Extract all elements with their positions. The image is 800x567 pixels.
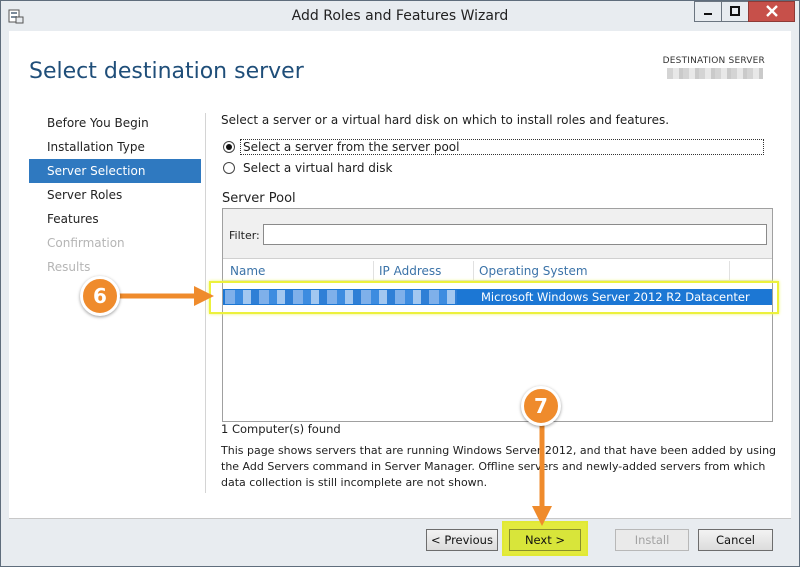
column-divider[interactable] [373, 261, 374, 281]
minimize-icon [704, 13, 712, 15]
virtual-hard-disk-radio-label[interactable]: Select a virtual hard disk [241, 161, 394, 175]
option-virtual-hard-disk[interactable]: Select a virtual hard disk [223, 160, 394, 176]
nav-divider [205, 113, 206, 493]
filter-bar: Filter: [223, 209, 772, 259]
computers-found-text: 1 Computer(s) found [221, 422, 341, 436]
window-title: Add Roles and Features Wizard [291, 8, 509, 24]
nav-item-installation-type[interactable]: Installation Type [29, 135, 201, 159]
row-highlight-box [209, 281, 779, 314]
footer-divider [9, 518, 791, 519]
server-pool-heading: Server Pool [222, 191, 296, 206]
column-header-name[interactable]: Name [230, 264, 265, 278]
nav-item-server-roles[interactable]: Server Roles [29, 183, 201, 207]
next-button[interactable]: Next > [509, 529, 581, 551]
cancel-button[interactable]: Cancel [698, 529, 773, 551]
title-bar[interactable]: Add Roles and Features Wizard [1, 1, 799, 31]
column-header-operating-system[interactable]: Operating System [479, 264, 588, 278]
page-title: Select destination server [29, 59, 304, 84]
column-header-ip-address[interactable]: IP Address [379, 264, 441, 278]
nav-item-results: Results [47, 260, 91, 274]
server-pool-radio[interactable] [223, 141, 235, 153]
nav-item-before-you-begin[interactable]: Before You Begin [29, 111, 201, 135]
destination-server-name-redacted [667, 68, 763, 79]
filter-label: Filter: [229, 229, 260, 242]
wizard-nav: Before You Begin Installation Type Serve… [29, 111, 201, 279]
filter-input[interactable] [263, 224, 767, 245]
server-pool-radio-label[interactable]: Select a server from the server pool [240, 139, 764, 155]
minimize-button[interactable] [694, 1, 721, 22]
previous-button[interactable]: < Previous [426, 529, 498, 551]
close-button[interactable] [748, 1, 795, 22]
step-7-badge: 7 [521, 386, 561, 426]
nav-item-confirmation: Confirmation [47, 236, 125, 250]
install-button: Install [615, 529, 689, 551]
server-grid-header: Name IP Address Operating System [223, 261, 772, 281]
virtual-hard-disk-radio[interactable] [223, 162, 235, 174]
info-note: This page shows servers that are running… [221, 444, 777, 489]
maximize-button[interactable] [721, 1, 748, 22]
server-pool-panel: Filter: Name IP Address Operating System… [222, 208, 773, 422]
step-6-badge: 6 [80, 276, 120, 316]
maximize-icon [730, 6, 740, 16]
nav-item-features[interactable]: Features [29, 207, 201, 231]
column-divider[interactable] [473, 261, 474, 281]
option-server-pool[interactable]: Select a server from the server pool [223, 139, 764, 155]
close-icon [765, 5, 778, 17]
destination-server-label: DESTINATION SERVER [662, 56, 765, 66]
nav-item-server-selection[interactable]: Server Selection [29, 159, 201, 183]
wizard-window: Add Roles and Features Wizard Select des… [0, 0, 800, 567]
column-divider[interactable] [729, 261, 730, 281]
intro-text: Select a server or a virtual hard disk o… [221, 113, 670, 127]
